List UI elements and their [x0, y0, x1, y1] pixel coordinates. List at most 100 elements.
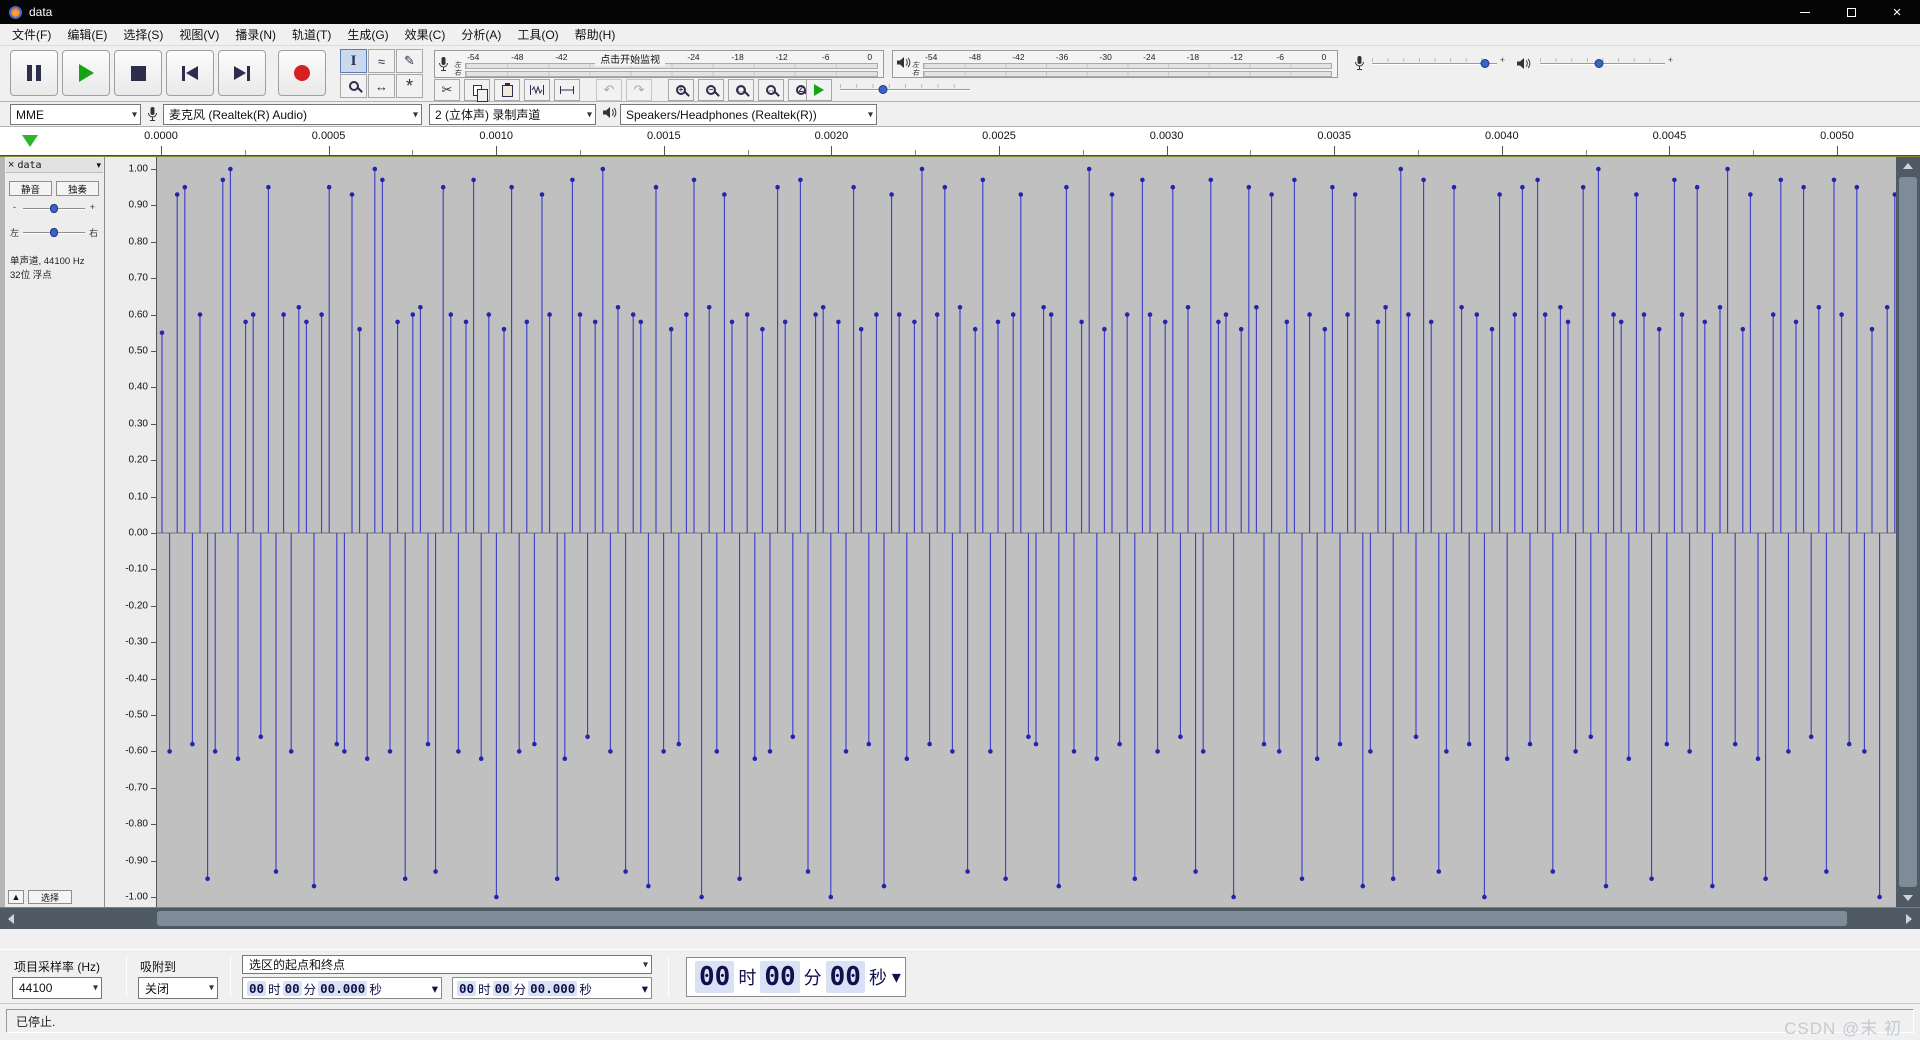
playback-device-combobox[interactable]: Speakers/Headphones (Realtek(R))▾: [620, 104, 877, 125]
tools-toolbar: I≈✎↔*: [340, 49, 428, 101]
zoom-out-button[interactable]: −: [698, 79, 724, 101]
slider-thumb[interactable]: [50, 228, 58, 237]
amplitude-tick: [151, 242, 156, 243]
minutes-value[interactable]: 00: [760, 961, 799, 993]
track-close-button[interactable]: ×: [8, 160, 14, 171]
track-menu-caret-icon[interactable]: ▾: [96, 160, 101, 171]
slider-thumb[interactable]: [1480, 59, 1489, 68]
skip-to-start-button[interactable]: [166, 50, 214, 96]
multi-tool-button[interactable]: *: [396, 74, 423, 98]
seconds-value[interactable]: 00: [826, 961, 865, 993]
caret-icon[interactable]: ▾: [642, 981, 648, 996]
track-gain-slider[interactable]: - +: [23, 203, 85, 215]
track-pan-slider[interactable]: 左 右: [23, 227, 85, 239]
stop-button[interactable]: [114, 50, 162, 96]
sample-dot: [456, 749, 461, 754]
selection-tool-button[interactable]: I: [340, 49, 367, 73]
paste-button[interactable]: [494, 79, 520, 101]
audio-position-display[interactable]: 00时 00分 00秒 ▾: [686, 957, 906, 997]
copy-button[interactable]: [464, 79, 490, 101]
recording-channels-combobox[interactable]: 2 (立体声) 录制声道▾: [429, 104, 596, 125]
trim-button[interactable]: [524, 79, 550, 101]
track-select-button[interactable]: 选择: [28, 890, 72, 904]
zoom-fit-button[interactable]: ↔: [758, 79, 784, 101]
audio-host-combobox[interactable]: MME▾: [10, 104, 141, 125]
zoom-selection-button[interactable]: □: [728, 79, 754, 101]
scroll-left-button[interactable]: [0, 908, 22, 929]
draw-tool-button[interactable]: ✎: [396, 49, 423, 73]
selection-start-field[interactable]: 00时 00分 00.000秒 ▾: [242, 977, 442, 999]
maximize-button[interactable]: [1828, 0, 1874, 24]
hours-value[interactable]: 00: [695, 961, 734, 993]
menu-item-0[interactable]: 文件(F): [4, 24, 59, 45]
menu-item-7[interactable]: 效果(C): [397, 24, 454, 45]
scroll-down-button[interactable]: [1896, 889, 1920, 907]
play-button[interactable]: [62, 50, 110, 96]
playback-meter[interactable]: 左右 -54-48-42-36-30-24-18-12-60: [892, 50, 1338, 78]
pause-button[interactable]: [10, 50, 58, 96]
selection-mode-combobox[interactable]: 选区的起点和终点▾: [242, 955, 652, 974]
minutes-value[interactable]: 00: [283, 981, 302, 996]
vertical-scroll-thumb[interactable]: [1899, 177, 1917, 887]
slider-thumb[interactable]: [50, 204, 58, 213]
hours-value[interactable]: 00: [247, 981, 266, 996]
cut-button[interactable]: ✂: [434, 79, 460, 101]
vertical-amplitude-ruler[interactable]: 1.000.900.800.700.600.500.400.300.200.10…: [105, 157, 157, 907]
waveform-display[interactable]: [157, 157, 1896, 907]
redo-button[interactable]: ↷: [626, 79, 652, 101]
playback-volume-slider[interactable]: +: [1540, 58, 1665, 70]
timeshift-tool-button[interactable]: ↔: [368, 74, 395, 98]
silence-button[interactable]: [554, 79, 580, 101]
sample-dot: [464, 320, 469, 325]
play-at-speed-button[interactable]: [806, 79, 832, 101]
envelope-tool-button[interactable]: ≈: [368, 49, 395, 73]
close-button[interactable]: ×: [1874, 0, 1920, 24]
minimize-button[interactable]: [1782, 0, 1828, 24]
selection-end-field[interactable]: 00时 00分 00.000秒 ▾: [452, 977, 652, 999]
redo-icon: ↷: [634, 82, 645, 98]
project-rate-combobox[interactable]: 44100▾: [12, 977, 102, 999]
green-playhead-triangle[interactable]: [22, 135, 38, 147]
seconds-value[interactable]: 00.000: [528, 981, 577, 996]
seconds-value[interactable]: 00.000: [318, 981, 367, 996]
scroll-right-button[interactable]: [1898, 908, 1920, 929]
snap-to-combobox[interactable]: 关闭▾: [138, 977, 218, 999]
horizontal-scrollbar[interactable]: [0, 908, 1920, 929]
undo-button[interactable]: ↶: [596, 79, 622, 101]
menu-item-1[interactable]: 编辑(E): [59, 24, 115, 45]
timeline-ruler[interactable]: 0.00000.00050.00100.00150.00200.00250.00…: [0, 127, 1920, 156]
recording-meter[interactable]: 左右 点击开始监视 -54-48-42-36-30-24-18-12-60: [434, 50, 884, 78]
track-header[interactable]: × data ▾: [6, 158, 103, 173]
slider-thumb[interactable]: [878, 85, 887, 94]
menu-item-5[interactable]: 轨道(T): [284, 24, 339, 45]
menu-item-6[interactable]: 生成(G): [339, 24, 396, 45]
menu-item-3[interactable]: 视图(V): [171, 24, 227, 45]
vertical-scrollbar[interactable]: [1896, 157, 1920, 907]
sample-dot: [471, 178, 476, 183]
play-speed-slider[interactable]: [840, 84, 970, 96]
zoom-tool-button[interactable]: [340, 74, 367, 98]
track-collapse-button[interactable]: ▲: [8, 890, 24, 904]
zoom-in-button[interactable]: +: [668, 79, 694, 101]
horizontal-scroll-thumb[interactable]: [157, 911, 1847, 926]
slider-thumb[interactable]: [1594, 59, 1603, 68]
scroll-up-button[interactable]: [1896, 157, 1920, 175]
menu-item-4[interactable]: 播录(N): [227, 24, 284, 45]
menu-item-8[interactable]: 分析(A): [453, 24, 509, 45]
solo-button[interactable]: 独奏: [56, 181, 99, 196]
mute-button[interactable]: 静音: [9, 181, 52, 196]
timeline-tick: [664, 146, 665, 155]
menu-item-9[interactable]: 工具(O): [509, 24, 566, 45]
menu-item-2[interactable]: 选择(S): [115, 24, 171, 45]
caret-icon[interactable]: ▾: [892, 967, 901, 988]
hours-value[interactable]: 00: [457, 981, 476, 996]
record-icon: [294, 65, 310, 81]
recording-device-combobox[interactable]: 麦克风 (Realtek(R) Audio)▾: [163, 104, 422, 125]
recording-volume-slider[interactable]: +: [1372, 58, 1497, 70]
caret-icon[interactable]: ▾: [432, 981, 438, 996]
monitor-hint-text[interactable]: 点击开始监视: [595, 51, 665, 66]
minutes-value[interactable]: 00: [493, 981, 512, 996]
menu-item-10[interactable]: 帮助(H): [567, 24, 624, 45]
record-button[interactable]: [278, 50, 326, 96]
skip-to-end-button[interactable]: [218, 50, 266, 96]
